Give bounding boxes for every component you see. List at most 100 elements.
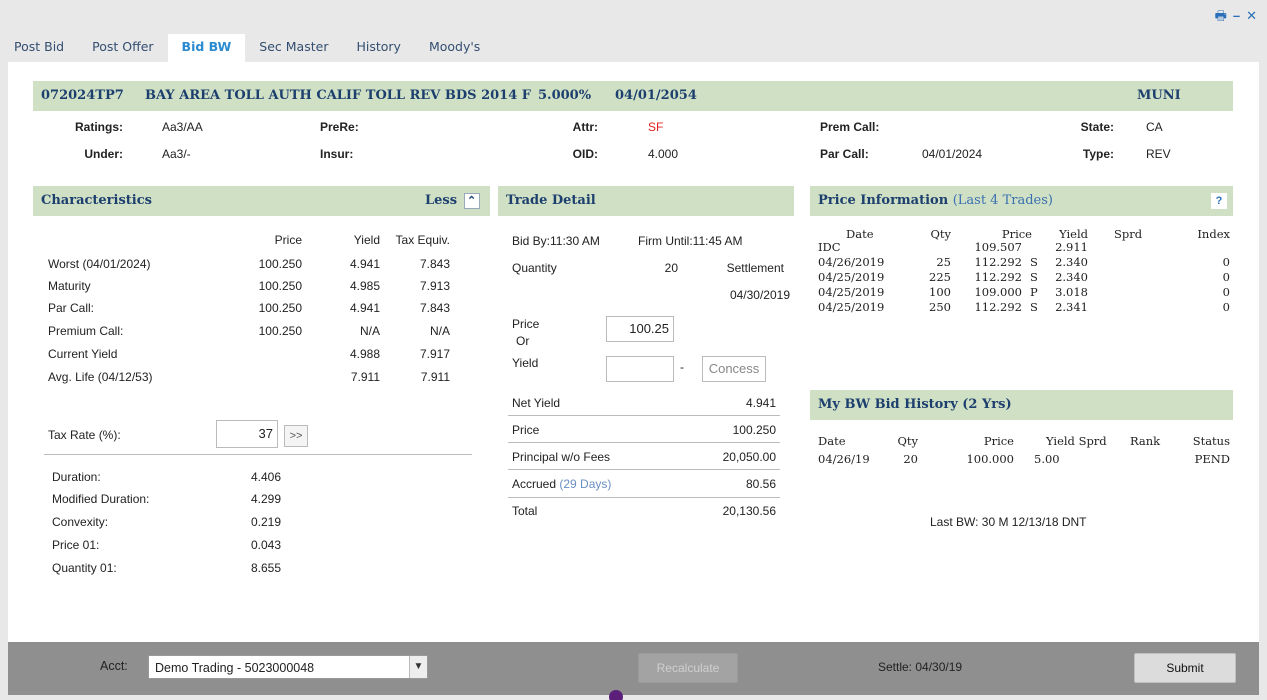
col-header-price: Price	[1001, 227, 1032, 241]
less-toggle[interactable]: Less ⌃	[425, 186, 480, 216]
accrued-days: (29 Days)	[559, 477, 612, 491]
trade-row-flag: S	[1030, 300, 1038, 314]
char-row-price: 100.250	[258, 324, 302, 338]
tab-post-bid[interactable]: Post Bid	[0, 34, 78, 62]
trade-row-index: 0	[1222, 300, 1230, 314]
trade-row-price: 109.507	[974, 240, 1022, 254]
char-row-tax: 7.911	[420, 370, 450, 384]
tab-sec-master[interactable]: Sec Master	[245, 34, 342, 62]
security-maturity: 04/01/2054	[615, 88, 697, 103]
price-input[interactable]: 100.25	[606, 316, 674, 342]
trade-row-qty: 250	[929, 300, 951, 314]
char-row-yield: 4.985	[349, 279, 380, 293]
last-bw: Last BW: 30 M 12/13/18 DNT	[930, 515, 1087, 529]
ratings-value: Aa3/AA	[162, 120, 203, 134]
bid-row-qty: 20	[903, 452, 918, 466]
tax-rate-label: Tax Rate (%):	[48, 428, 121, 442]
minimize-icon[interactable]: –	[1233, 8, 1240, 24]
tax-rate-apply-button[interactable]: >>	[284, 425, 308, 447]
trade-row-yield: 3.018	[1055, 285, 1088, 299]
trade-row-yield: 2.341	[1055, 300, 1088, 314]
concess-input[interactable]: Concess	[702, 356, 766, 382]
settle-date: Settle: 04/30/19	[878, 660, 963, 674]
metric-value: 0.043	[251, 538, 282, 552]
summary-label: Total	[512, 504, 538, 518]
metric-label: Duration:	[52, 470, 101, 484]
recalculate-button[interactable]: Recalculate	[638, 653, 738, 683]
char-row-tax: 7.843	[419, 257, 450, 271]
char-row-yield: N/A	[359, 324, 380, 338]
price-info-title: Price Information (Last 4 Trades)	[818, 186, 1053, 216]
security-cusip: 072024TP7	[41, 88, 124, 103]
trade-detail-header: Trade Detail	[498, 186, 794, 216]
or-label: Or	[516, 334, 530, 348]
acct-label: Acct:	[100, 659, 128, 673]
submit-button[interactable]: Submit	[1134, 653, 1236, 683]
chevron-up-icon: ⌃	[463, 192, 480, 209]
trade-row-yield: 2.340	[1055, 270, 1088, 284]
char-row-yield: 7.911	[350, 370, 380, 384]
print-icon[interactable]: 🖶	[1215, 8, 1227, 24]
char-row-label: Avg. Life (04/12/53)	[48, 370, 153, 384]
window-controls: 🖶 – ✕	[1215, 8, 1257, 24]
type-value: REV	[1146, 147, 1171, 161]
chevron-down-icon[interactable]: ▼	[409, 656, 427, 678]
insur-label: Insur:	[320, 147, 354, 161]
col-header-yield: Yield	[353, 233, 380, 247]
trade-row-date: 04/25/2019	[818, 285, 885, 299]
trade-row-qty: 25	[936, 255, 951, 269]
bid-row-status: PEND	[1194, 452, 1230, 466]
accrued-label: Accrued	[512, 477, 557, 491]
summary-value: 100.250	[732, 423, 776, 437]
close-icon[interactable]: ✕	[1246, 8, 1257, 24]
summary-label: Principal w/o Fees	[512, 450, 611, 464]
bid-row-date: 04/26/19	[818, 452, 870, 466]
price-info-title-text: Price Information	[818, 193, 949, 208]
metric-value: 8.655	[251, 561, 282, 575]
type-label: Type:	[1082, 147, 1114, 161]
char-row-yield: 4.941	[349, 257, 380, 271]
trade-row-flag: P	[1030, 285, 1038, 299]
tax-rate-input[interactable]: 37	[216, 420, 278, 448]
char-row-label: Worst (04/01/2024)	[48, 257, 151, 271]
yield-input[interactable]	[606, 356, 674, 382]
help-icon[interactable]: ?	[1211, 193, 1227, 209]
prere-label: PreRe:	[320, 120, 359, 134]
tab-moodys[interactable]: Moody's	[415, 34, 494, 62]
metric-value: 0.219	[251, 515, 282, 529]
security-header: 072024TP7 BAY AREA TOLL AUTH CALIF TOLL …	[33, 81, 1233, 111]
char-row-yield: 4.988	[349, 347, 380, 361]
bid-row-price: 100.000	[966, 452, 1014, 466]
metric-label: Quantity 01:	[52, 561, 117, 575]
tab-bar: Post Bid Post Offer Bid BW Sec Master Hi…	[0, 34, 494, 62]
under-value: Aa3/-	[162, 147, 191, 161]
trade-row-price: 112.292	[974, 270, 1022, 284]
metric-label: Convexity:	[52, 515, 109, 529]
tab-bid-bw[interactable]: Bid BW	[167, 34, 246, 62]
trade-row-index: 0	[1222, 285, 1230, 299]
metric-label: Price 01:	[52, 538, 100, 552]
trade-row-index: 0	[1222, 270, 1230, 284]
tab-post-offer[interactable]: Post Offer	[78, 34, 167, 62]
security-coupon: 5.000%	[538, 88, 592, 103]
tab-history[interactable]: History	[342, 34, 414, 62]
divider	[508, 469, 780, 470]
account-select[interactable]: Demo Trading - 5023000048 ▼	[148, 655, 428, 679]
trade-row-price: 112.292	[974, 300, 1022, 314]
under-label: Under:	[84, 147, 123, 161]
security-description: BAY AREA TOLL AUTH CALIF TOLL REV BDS 20…	[145, 88, 532, 103]
state-label: State:	[1080, 120, 1114, 134]
price-info-header: Price Information (Last 4 Trades) ?	[810, 186, 1233, 216]
bid-by: Bid By:11:30 AM	[512, 234, 600, 248]
trade-row-yield: 2.911	[1055, 240, 1088, 254]
summary-value: 20,050.00	[722, 450, 776, 464]
col-header-price: Price	[983, 434, 1014, 448]
col-header-yield-sprd: Yield Sprd	[1046, 434, 1107, 448]
account-value: Demo Trading - 5023000048	[155, 661, 315, 675]
metric-value: 4.299	[251, 492, 282, 506]
divider	[508, 442, 780, 443]
summary-value: 4.941	[745, 396, 776, 410]
metric-value: 4.406	[251, 470, 282, 484]
char-row-yield: 4.941	[349, 301, 380, 315]
divider	[508, 415, 780, 416]
